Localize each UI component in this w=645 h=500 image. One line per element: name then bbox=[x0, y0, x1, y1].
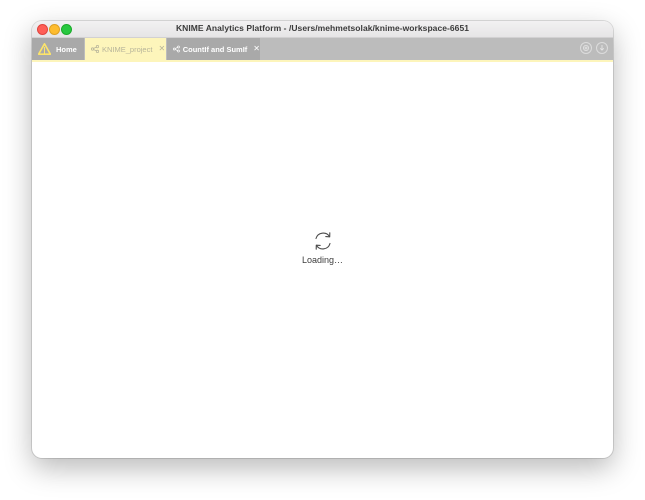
help-icon bbox=[583, 45, 589, 51]
refresh-spinner-icon bbox=[314, 232, 331, 250]
workflow-icon bbox=[173, 45, 180, 53]
tab-bar: Home KNIME_project ✕ CountIf and SumIf ✕ bbox=[32, 38, 613, 60]
loading-indicator: Loading… bbox=[32, 230, 613, 265]
tab-knime-project[interactable]: KNIME_project ✕ bbox=[85, 38, 166, 60]
tab-home-label: Home bbox=[56, 44, 77, 54]
close-icon[interactable]: ✕ bbox=[253, 45, 260, 53]
app-window: KNIME Analytics Platform - /Users/mehmet… bbox=[32, 21, 613, 458]
help-button[interactable] bbox=[580, 42, 592, 54]
title-bar[interactable]: KNIME Analytics Platform - /Users/mehmet… bbox=[32, 21, 613, 38]
tab-countif-sumif[interactable]: CountIf and SumIf ✕ bbox=[167, 38, 260, 60]
workflow-icon bbox=[91, 45, 99, 53]
download-button[interactable] bbox=[596, 42, 608, 54]
knime-triangle-icon bbox=[38, 43, 51, 55]
close-icon[interactable]: ✕ bbox=[158, 45, 165, 53]
window-title: KNIME Analytics Platform - /Users/mehmet… bbox=[175, 23, 470, 33]
loading-text: Loading… bbox=[301, 255, 344, 265]
tab-home[interactable]: Home bbox=[32, 38, 84, 60]
tab-knime-project-label: KNIME_project bbox=[102, 44, 153, 54]
active-tab-accent-line bbox=[32, 60, 613, 62]
tab-countif-sumif-label: CountIf and SumIf bbox=[182, 44, 248, 54]
download-icon bbox=[599, 45, 605, 51]
